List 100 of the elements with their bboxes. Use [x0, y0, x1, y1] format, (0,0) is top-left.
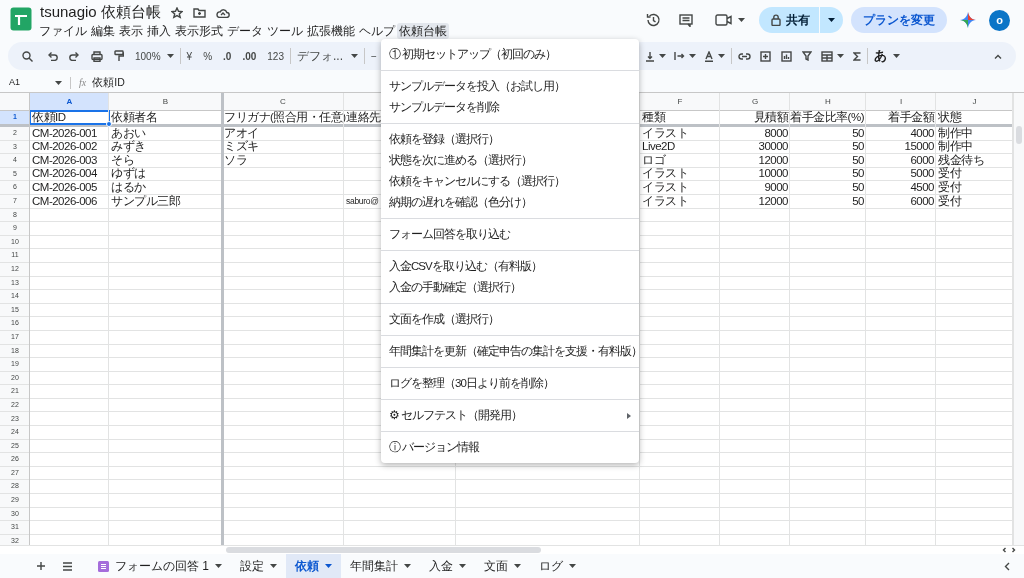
- menu-item[interactable]: 編集: [89, 23, 117, 39]
- table-cell: イラスト: [642, 195, 688, 207]
- menu-item[interactable]: 表示: [117, 23, 145, 39]
- menu-item[interactable]: 依頼を登録（選択行）: [381, 129, 639, 150]
- table-cell: 15000: [904, 141, 934, 153]
- sheet-tab[interactable]: ログ: [530, 554, 585, 578]
- column-header[interactable]: B: [109, 93, 222, 110]
- table-cell: CM-2026-005: [32, 181, 97, 194]
- table-cell: イラスト: [642, 181, 688, 194]
- menu-item[interactable]: 状態を次に進める（選択行）: [381, 150, 639, 171]
- menu-item[interactable]: 表示形式: [173, 23, 225, 39]
- table-cell: 制作中: [938, 141, 973, 153]
- column-header[interactable]: G: [720, 93, 790, 110]
- zoom-select[interactable]: 100%: [135, 48, 161, 64]
- table-cell: 制作中: [938, 127, 973, 140]
- active-cell[interactable]: 依頼ID: [30, 111, 109, 124]
- table-cell: 受付: [938, 168, 961, 180]
- font-select[interactable]: デフォ...: [297, 47, 343, 65]
- menu-item[interactable]: 挿入: [145, 23, 173, 39]
- formula-field[interactable]: 依頼ID: [92, 74, 125, 91]
- sheet-tab[interactable]: 依頼: [286, 554, 341, 578]
- cell-reference[interactable]: A1: [9, 75, 55, 90]
- menu-item[interactable]: 依頼台帳: [397, 23, 449, 39]
- menu-item[interactable]: 入金の手動確定（選択行）: [381, 277, 639, 298]
- table-cell: イラスト: [642, 168, 688, 180]
- table-cell: 50: [852, 195, 864, 207]
- menu-item[interactable]: ⚙ セルフテスト（開発用）: [381, 405, 639, 426]
- decrease-decimal-button[interactable]: .0: [223, 48, 232, 64]
- menu-item[interactable]: 文面を作成（選択行）: [381, 309, 639, 330]
- menu-item[interactable]: ファイル: [37, 23, 89, 39]
- table-cell: 50: [852, 181, 864, 194]
- table-cell: 50: [852, 127, 864, 140]
- table-cell: 受付: [938, 181, 961, 194]
- document-title[interactable]: tsunagio 依頼台帳: [40, 1, 161, 24]
- menu-item[interactable]: 拡張機能: [305, 23, 357, 39]
- column-header[interactable]: F: [640, 93, 720, 110]
- menu-item[interactable]: データ: [225, 23, 265, 39]
- table-cell: 6000: [910, 154, 934, 167]
- table-cell: 50: [852, 141, 864, 153]
- fx-label: fx: [79, 76, 87, 90]
- column-header[interactable]: A: [30, 93, 109, 110]
- table-cell: サンプル三郎: [111, 195, 180, 207]
- table-cell: 種類: [642, 111, 665, 124]
- currency-format-button[interactable]: ¥: [186, 48, 193, 64]
- table-cell: あおい: [111, 127, 146, 140]
- menu-item[interactable]: 年間集計を更新（確定申告の集計を支援・有料版）: [381, 341, 639, 362]
- input-tools-button[interactable]: あ: [873, 46, 887, 66]
- table-cell: 5000: [910, 168, 934, 180]
- table-cell: ゆずは: [111, 168, 146, 180]
- menu-item[interactable]: サンプルデータを投入（お試し用）: [381, 76, 639, 97]
- table-cell: 状態: [938, 111, 961, 124]
- table-cell: 連絡先: [346, 111, 381, 124]
- percent-format-button[interactable]: %: [203, 48, 213, 64]
- avatar[interactable]: o: [989, 9, 1010, 31]
- table-cell: アオイ: [224, 127, 259, 140]
- table-cell: CM-2026-001: [32, 127, 97, 140]
- sheet-tab[interactable]: 設定: [231, 554, 286, 578]
- table-cell: 12000: [758, 154, 788, 167]
- sheet-tab[interactable]: 年間集計: [341, 554, 420, 578]
- sheet-tab[interactable]: フォームの回答 1: [89, 554, 231, 578]
- table-cell: 着手金額: [888, 111, 934, 124]
- table-cell: 残金待ち: [938, 154, 984, 167]
- menu-item[interactable]: ヘルプ: [357, 23, 397, 39]
- table-cell: CM-2026-004: [32, 168, 97, 180]
- table-cell: CM-2026-002: [32, 141, 97, 153]
- increase-decimal-button[interactable]: .00: [242, 48, 257, 64]
- sheet-tab[interactable]: 文面: [475, 554, 530, 578]
- share-label: 共有: [786, 12, 810, 29]
- menu-item[interactable]: 依頼をキャンセルにする（選択行）: [381, 171, 639, 192]
- menu-item[interactable]: ログを整理（30日より前を削除）: [381, 373, 639, 394]
- menu-item[interactable]: サンプルデータを削除: [381, 97, 639, 118]
- sheet-tab[interactable]: 入金: [420, 554, 475, 578]
- column-header[interactable]: J: [936, 93, 1013, 110]
- table-cell: 着手金比率(%): [790, 111, 864, 124]
- table-cell: 50: [852, 168, 864, 180]
- table-cell: 受付: [938, 195, 961, 207]
- menu-item[interactable]: ツール: [265, 23, 305, 39]
- table-cell: CM-2026-006: [32, 195, 97, 207]
- column-header[interactable]: C: [222, 93, 344, 110]
- table-cell: 8000: [764, 127, 788, 140]
- number-format-button[interactable]: 123: [267, 48, 284, 64]
- table-cell: CM-2026-003: [32, 154, 97, 167]
- menu-item[interactable]: 入金CSVを取り込む（有料版）: [381, 256, 639, 277]
- menu-item[interactable]: ① 初期セットアップ（初回のみ）: [381, 44, 639, 65]
- share-button[interactable]: 共有: [759, 7, 843, 33]
- column-header[interactable]: I: [866, 93, 936, 110]
- menu-item[interactable]: ⓘ バージョン情報: [381, 437, 639, 458]
- menu-item[interactable]: フォーム回答を取り込む: [381, 224, 639, 245]
- change-plan-button[interactable]: プランを変更: [851, 7, 947, 33]
- column-header[interactable]: H: [790, 93, 866, 110]
- menu-item[interactable]: 納期の遅れを確認（色分け）: [381, 192, 639, 213]
- table-cell: みずき: [111, 141, 146, 153]
- table-cell: 4000: [910, 127, 934, 140]
- table-cell: ソラ: [224, 154, 247, 167]
- decrease-font-size-button[interactable]: −: [371, 48, 377, 64]
- table-cell: ミズキ: [224, 141, 259, 153]
- table-cell: 9000: [764, 181, 788, 194]
- table-cell: 依頼者名: [111, 111, 157, 124]
- table-cell: 6000: [910, 195, 934, 207]
- table-cell: 10000: [758, 168, 788, 180]
